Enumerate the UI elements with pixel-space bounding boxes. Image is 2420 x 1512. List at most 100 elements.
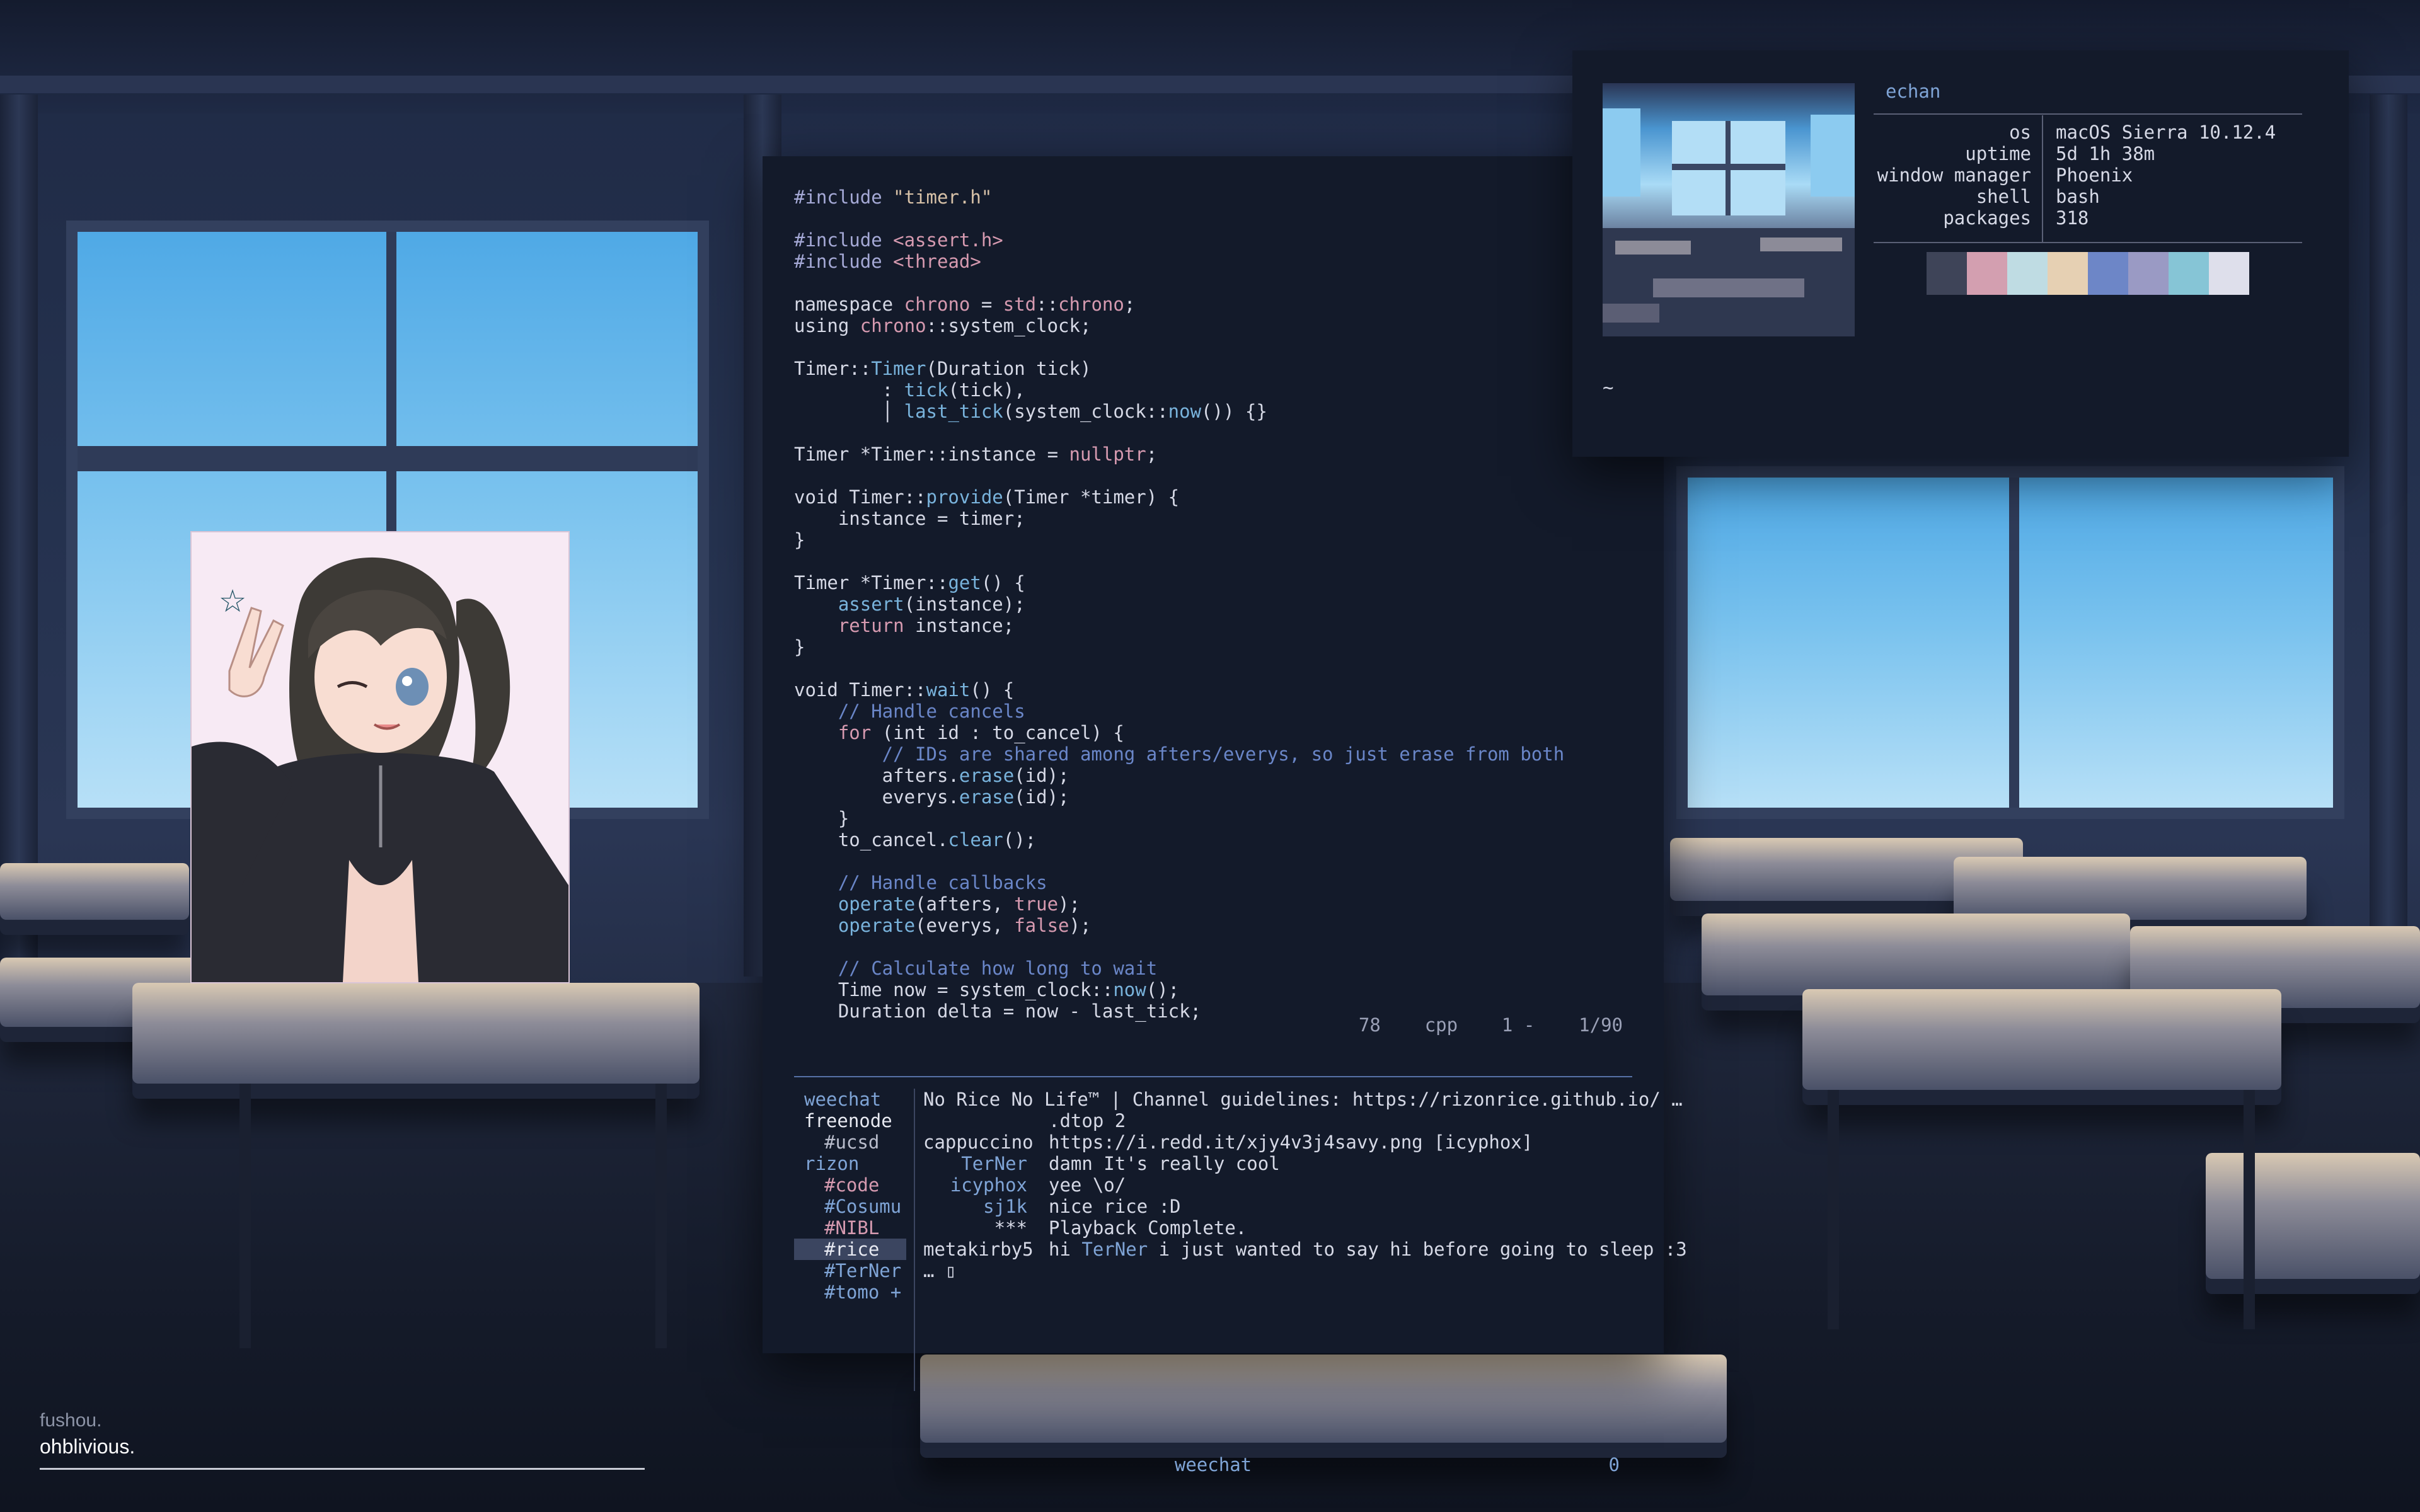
buffer-item[interactable]: freenode [794, 1110, 906, 1131]
code-token: Duration delta = now - last_tick; [794, 1000, 1202, 1022]
code-token: chrono [904, 294, 971, 315]
anime-girl-illustration [192, 557, 568, 982]
buffer-item[interactable]: #rice [794, 1239, 906, 1260]
buffer-item[interactable]: #tomo + [794, 1281, 906, 1303]
mentioned-nick: TerNer [1081, 1239, 1148, 1260]
buffer-item[interactable]: #code [794, 1174, 906, 1196]
buffer-item[interactable]: weechat [794, 1089, 906, 1110]
code-token: ; [1124, 294, 1136, 315]
color-swatch [2169, 252, 2209, 295]
code-token: chrono [860, 315, 926, 336]
code-line: operate(afters, true); [794, 893, 1564, 915]
weechat-chat[interactable]: No Rice No Life™ | Channel guidelines: h… [923, 1089, 1687, 1281]
code-token: () { [970, 679, 1015, 701]
code-line: instance = timer; [794, 508, 1564, 529]
pane-divider[interactable] [794, 1076, 1632, 1077]
color-swatch [1967, 252, 2007, 295]
code-token: // IDs are shared among afters/everys, s… [794, 743, 1565, 765]
code-token: get [948, 572, 981, 593]
code-token: provide [926, 486, 1003, 508]
editor-terminal-window[interactable]: #include "timer.h" #include <assert.h> #in… [763, 156, 1687, 1475]
code-token: #include [794, 251, 894, 272]
code-line: Timer *Timer::instance = nullptr; [794, 444, 1564, 465]
code-token: void Timer:: [794, 486, 926, 508]
code-token: (); [1003, 829, 1037, 850]
message-text: hi [1049, 1239, 1082, 1260]
message-nick[interactable]: metakirby5 [923, 1239, 1034, 1260]
code-token: true [1014, 893, 1059, 915]
fetch-username: echan [1886, 81, 1941, 102]
chat-message: cappuccino https://i.redd.it/xjy4v3j4savy… [923, 1131, 1632, 1153]
code-line: // IDs are shared among afters/everys, s… [794, 743, 1565, 765]
code-token: (tick), [948, 379, 1025, 401]
shell-prompt[interactable]: ~ [1603, 377, 1613, 398]
weechat-hotlist-count: 0 [1608, 1454, 1620, 1475]
wallpaper-pillar [0, 94, 38, 976]
weechat-buffer-list[interactable]: weechat freenode #ucsd rizon #code #Cosumu #NI… [794, 1089, 906, 1303]
fetch-classroom-image [1603, 83, 1855, 336]
code-token: │ [794, 401, 904, 422]
color-swatch [2048, 252, 2088, 295]
code-line: } [794, 808, 1564, 829]
chat-message: TerNer damn It's really cool [923, 1153, 1632, 1174]
window-transom [78, 446, 698, 471]
code-line: #include "timer.h" [794, 186, 1564, 208]
wallpaper-desk [132, 983, 700, 1084]
wallpaper-desk [1702, 914, 2130, 995]
channel-topic: No Rice No Life™ | Channel guidelines: h… [923, 1089, 1683, 1110]
buffer-item[interactable]: #ucsd [794, 1131, 906, 1153]
buffer-item[interactable]: #Cosumu [794, 1196, 906, 1217]
buffer-item[interactable]: #TerNer [794, 1260, 906, 1281]
code-token: clear [948, 829, 1003, 850]
message-nick[interactable]: icyphox [923, 1174, 1027, 1196]
fetch-terminal-window[interactable]: echan os uptime window manager shell package… [1572, 50, 2349, 457]
code-token: (id); [1014, 765, 1069, 786]
code-token: ; [1146, 444, 1158, 465]
desk-leg [655, 1084, 667, 1348]
code-token: Timer [871, 358, 926, 379]
code-token: <assert.h> [893, 229, 1003, 251]
buffer-item[interactable]: #NIBL [794, 1217, 906, 1239]
code-view[interactable]: #include "timer.h" #include <assert.h> #in… [794, 186, 1564, 1022]
code-line: #include <thread> [794, 251, 1564, 272]
message-text: Playback Complete. [1049, 1217, 1247, 1239]
code-token: (Timer *timer) { [1003, 486, 1180, 508]
code-token: () { [981, 572, 1025, 593]
code-line: } [794, 636, 1564, 658]
code-token: using [794, 315, 860, 336]
code-line: void Timer::wait() { [794, 679, 1564, 701]
buffer-list-separator [914, 1089, 915, 1391]
message-nick[interactable]: cappuccino [923, 1131, 1034, 1153]
desk-leg [1828, 1090, 1839, 1329]
code-token: ()) {} [1201, 401, 1267, 422]
status-column: 78 [1358, 1014, 1381, 1036]
weechat-input[interactable]: … ▯ [923, 1260, 1632, 1281]
color-swatch [1927, 252, 1967, 295]
code-line: // Handle callbacks [794, 872, 1564, 893]
buffer-item[interactable]: rizon [794, 1153, 906, 1174]
message-nick[interactable]: *** [923, 1217, 1027, 1239]
code-token: } [794, 529, 805, 551]
fetch-value: Phoenix [2056, 164, 2133, 186]
code-token: afters. [794, 765, 959, 786]
desktop-label-secondary: fushou. [40, 1410, 102, 1431]
code-token: assert [838, 593, 904, 615]
wallpaper-desk [1802, 989, 2281, 1090]
message-nick[interactable]: TerNer [923, 1153, 1027, 1174]
chat-message: *** Playback Complete. [923, 1217, 1632, 1239]
code-token: <thread> [893, 251, 981, 272]
message-text: nice rice :D [1049, 1196, 1181, 1217]
message-nick[interactable]: sj1k [923, 1196, 1027, 1217]
code-token: erase [959, 786, 1015, 808]
code-line: everys.erase(id); [794, 786, 1564, 808]
code-token: instance = timer; [794, 508, 1025, 529]
fetch-values: macOS Sierra 10.12.4 5d 1h 38m Phoenix bash… [2056, 122, 2276, 229]
